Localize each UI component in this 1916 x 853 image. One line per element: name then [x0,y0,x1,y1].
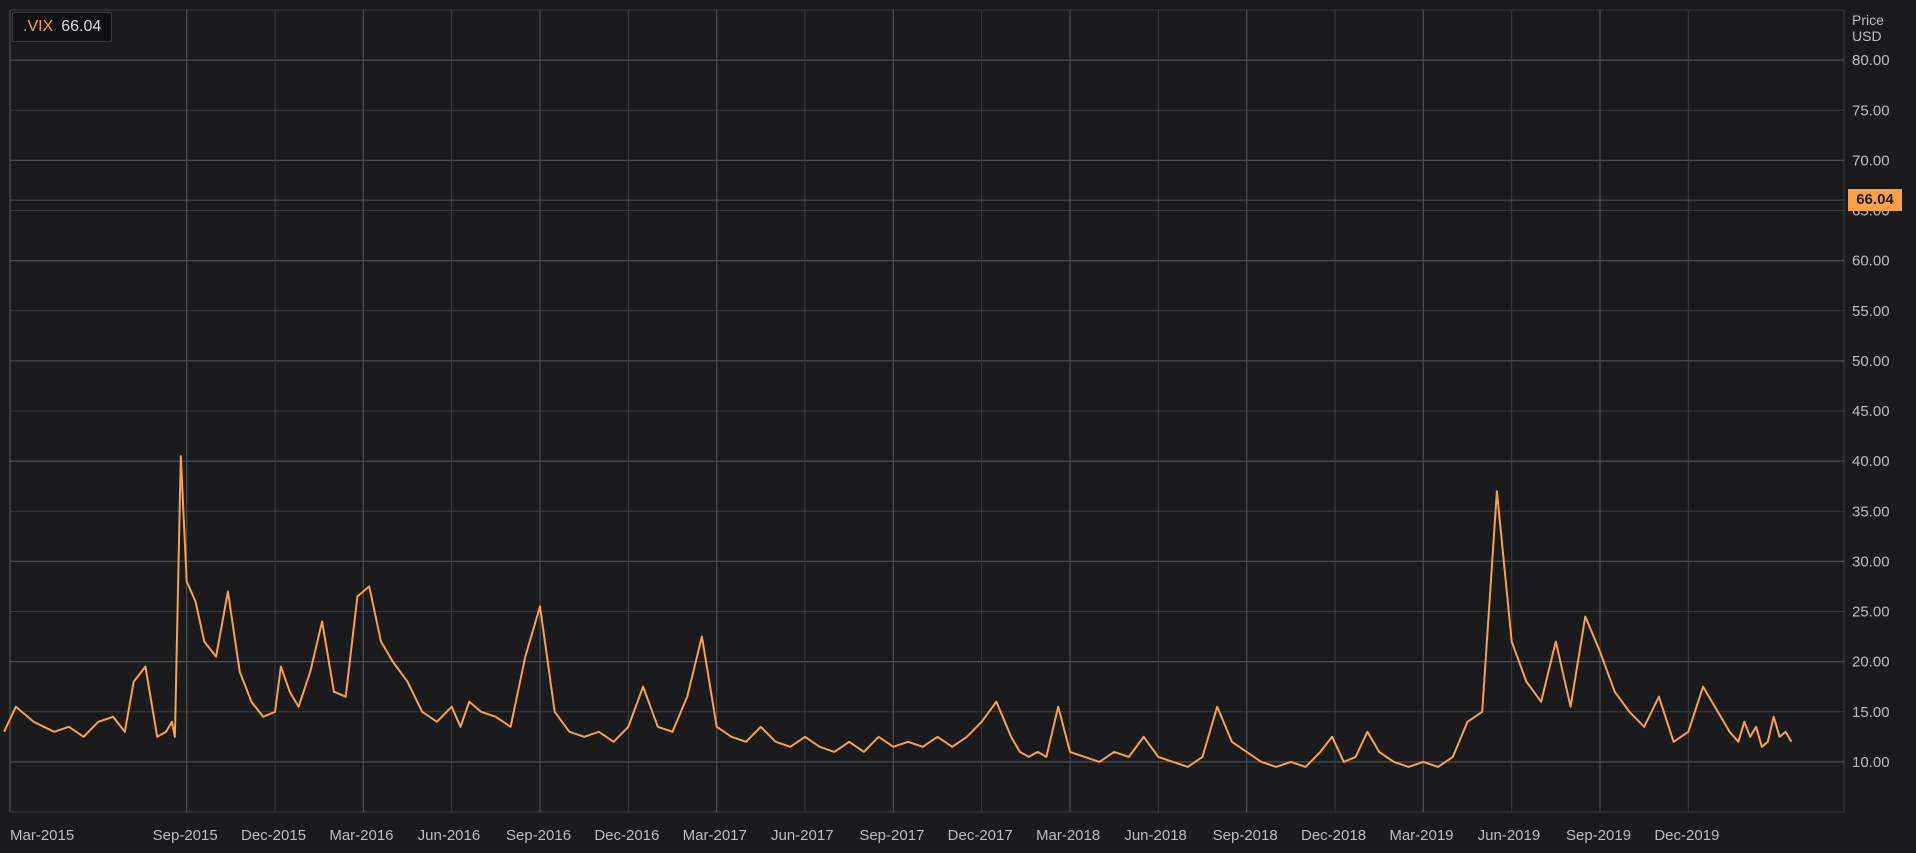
chart: 10.00 15.00 20.00 25.00 30.00 35.00 40.00 45.00… [0,0,1916,853]
x-tick-label: Sep-2017 [859,827,924,844]
y-tick-label: 70.00 [1852,152,1890,169]
x-tick-label: Dec-2018 [1301,827,1366,844]
y-tick-label: 50.00 [1852,353,1890,370]
y-axis-title-line2: USD [1852,28,1882,44]
y-tick-label: 75.00 [1852,102,1890,119]
chart-svg: 10.00 15.00 20.00 25.00 30.00 35.00 40.00 45.00… [3,9,1890,844]
x-tick-label: Mar-2019 [1389,827,1453,844]
y-axis-title-line1: Price [1852,12,1884,28]
x-tick-label: Sep-2016 [506,827,571,844]
y-tick-label: 55.00 [1852,303,1890,320]
legend-ticker: .VIX [23,18,54,35]
x-tick-label: Mar-2016 [329,827,393,844]
x-tick-label: Jun-2019 [1478,827,1541,844]
x-tick-label: Jun-2016 [418,827,481,844]
y-tick-label: 20.00 [1852,654,1890,671]
x-tick-label: Jun-2017 [771,827,834,844]
y-tick-label: 35.00 [1852,503,1890,520]
legend: .VIX 66.04 [12,12,113,42]
x-tick-label: Dec-2017 [948,827,1013,844]
legend-value: 66.04 [61,18,102,35]
x-tick-label: Sep-2018 [1213,827,1278,844]
x-tick-label: Dec-2016 [594,827,659,844]
x-tick-label: Mar-2015 [10,827,74,844]
x-tick-label: Sep-2015 [153,827,218,844]
y-tick-label: 10.00 [1852,754,1890,771]
x-tick-label: Dec-2015 [241,827,306,844]
y-tick-label: 60.00 [1852,253,1890,270]
last-price-badge: 66.04 [1848,189,1902,212]
y-tick-label: 25.00 [1852,604,1890,621]
y-tick-label: 30.00 [1852,553,1890,570]
y-tick-label: 40.00 [1852,453,1890,470]
x-tick-label: Mar-2018 [1036,827,1100,844]
y-tick-label: 45.00 [1852,403,1890,420]
x-tick-label: Mar-2017 [683,827,747,844]
x-tick-label: Dec-2019 [1654,827,1719,844]
y-axis-title: Price USD [1852,12,1884,44]
y-tick-label: 80.00 [1852,52,1890,69]
y-tick-label: 15.00 [1852,704,1890,721]
x-tick-label: Sep-2019 [1566,827,1631,844]
x-tick-label: Jun-2018 [1124,827,1187,844]
